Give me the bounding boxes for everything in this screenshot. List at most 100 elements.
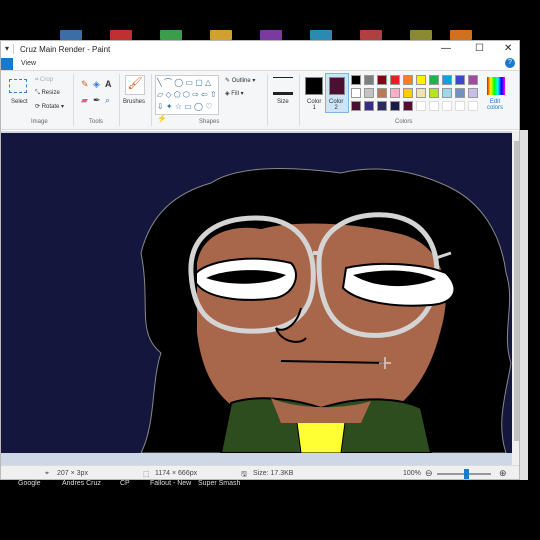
ribbon-divider: [119, 74, 120, 126]
palette-swatch[interactable]: [377, 75, 387, 85]
palette-swatch[interactable]: [403, 75, 413, 85]
brushes-icon[interactable]: 🖌: [125, 75, 145, 95]
fill-icon[interactable]: ◈: [93, 79, 100, 90]
palette-swatch[interactable]: [351, 75, 361, 85]
palette-swatch[interactable]: [468, 88, 478, 98]
palette-swatch[interactable]: [364, 101, 374, 111]
desktop-icon[interactable]: [310, 30, 332, 40]
quick-access-dropdown[interactable]: ▾: [5, 44, 9, 53]
palette-swatch[interactable]: [416, 101, 426, 111]
palette-swatch[interactable]: [468, 101, 478, 111]
palette-swatch[interactable]: [364, 88, 374, 98]
desktop-icon[interactable]: [410, 30, 432, 40]
palette-swatch[interactable]: [390, 101, 400, 111]
palette-swatch[interactable]: [390, 75, 400, 85]
edit-colors-icon[interactable]: [487, 77, 505, 95]
palette-swatch[interactable]: [351, 88, 361, 98]
color1-button[interactable]: Color 1: [307, 99, 321, 111]
ribbon: Select ⌗ Crop ⤡ Resize ⟳ Rotate ▾ Image …: [1, 70, 519, 130]
palette-swatch[interactable]: [403, 88, 413, 98]
title-separator: [13, 44, 14, 54]
color2-button[interactable]: Color 2: [329, 99, 343, 111]
palette-swatch[interactable]: [455, 88, 465, 98]
size-icon[interactable]: [273, 77, 293, 95]
select-icon[interactable]: [9, 79, 27, 93]
file-size-icon: 🖫: [241, 471, 247, 478]
desktop-icon[interactable]: [210, 30, 232, 40]
desktop-icon[interactable]: [450, 30, 472, 40]
size-button[interactable]: Size: [277, 99, 289, 105]
tab-view[interactable]: View: [21, 60, 36, 67]
vertical-scrollbar[interactable]: [512, 131, 519, 465]
desktop-label-fallout[interactable]: Fallout - New: [150, 480, 191, 487]
desktop-icon[interactable]: [160, 30, 182, 40]
zoom-slider-thumb[interactable]: [464, 469, 469, 479]
desktop-label-super-smash[interactable]: Super Smash: [198, 480, 240, 487]
desktop-label-andres-cruz[interactable]: Andres Cruz: [62, 480, 101, 487]
desktop-icon[interactable]: [360, 30, 382, 40]
palette-swatch[interactable]: [442, 101, 452, 111]
desktop-icon[interactable]: [260, 30, 282, 40]
palette-swatch[interactable]: [377, 101, 387, 111]
palette-swatch[interactable]: [416, 88, 426, 98]
color2-number: 2: [334, 105, 338, 111]
palette-swatch[interactable]: [442, 88, 452, 98]
shapes-group-label: Shapes: [199, 119, 220, 125]
color2-swatch[interactable]: [329, 77, 345, 95]
fill-dropdown[interactable]: ◈ Fill ▾: [225, 90, 244, 97]
canvas-area: [1, 131, 519, 465]
minimize-button[interactable]: —: [441, 43, 451, 54]
tab-file[interactable]: [1, 58, 13, 70]
drawing-canvas[interactable]: [1, 133, 512, 453]
palette-swatch[interactable]: [416, 75, 426, 85]
zoom-out-icon[interactable]: ⊖: [425, 468, 433, 479]
palette-swatch[interactable]: [455, 75, 465, 85]
palette-swatch[interactable]: [429, 101, 439, 111]
rotate-button[interactable]: ⟳ Rotate ▾: [35, 103, 64, 110]
palette-swatch[interactable]: [455, 101, 465, 111]
palette-swatch[interactable]: [364, 75, 374, 85]
pencil-icon[interactable]: ✎: [81, 79, 89, 90]
shapes-gallery[interactable]: ╲ ⌒ ◯ ▭ ▢ △ ▱ ◇ ⬠ ⬡ ⇨ ⇦ ⇧ ⇩ ✦ ☆ ▭ ◯ ♡ ⚡: [155, 75, 219, 123]
ribbon-divider: [267, 74, 268, 126]
desktop-icon[interactable]: [60, 30, 82, 40]
maximize-button[interactable]: ☐: [475, 43, 484, 54]
ribbon-tabs: View ?: [1, 58, 519, 70]
desktop-label-google[interactable]: Google: [18, 480, 41, 487]
text-icon[interactable]: A: [105, 79, 112, 89]
resize-button[interactable]: ⤡ Resize: [35, 90, 60, 97]
drawing-artwork: [140, 168, 512, 453]
color1-number: 1: [312, 105, 316, 111]
edit-colors-button[interactable]: Edit colors: [487, 99, 503, 111]
palette-swatch[interactable]: [442, 75, 452, 85]
help-icon[interactable]: ?: [505, 58, 515, 68]
paint-window: ▾ Cruz Main Render - Paint — ☐ ✕ View ? …: [0, 40, 520, 480]
palette-swatch[interactable]: [468, 75, 478, 85]
desktop-label-cp[interactable]: CP: [120, 480, 130, 487]
zoom-level: 100%: [403, 470, 421, 477]
resize-label: Resize: [41, 90, 60, 96]
background-window-edge: [520, 130, 528, 480]
image-group-label: Image: [31, 119, 48, 125]
select-button[interactable]: Select: [11, 99, 28, 105]
crop-button[interactable]: ⌗ Crop: [35, 77, 53, 84]
color1-swatch[interactable]: [305, 77, 323, 95]
desktop-icon[interactable]: [110, 30, 132, 40]
color-picker-icon[interactable]: ✒: [93, 95, 101, 106]
cursor-position: 207 × 3px: [57, 470, 88, 477]
palette-swatch[interactable]: [390, 88, 400, 98]
title-bar: ▾ Cruz Main Render - Paint — ☐ ✕: [1, 41, 519, 58]
zoom-in-icon[interactable]: ⊕: [499, 468, 507, 479]
palette-swatch[interactable]: [429, 75, 439, 85]
brushes-button[interactable]: Brushes: [123, 99, 145, 105]
magnifier-icon[interactable]: ⌕: [105, 95, 110, 106]
eraser-icon[interactable]: ▰: [81, 95, 88, 106]
palette-swatch[interactable]: [429, 88, 439, 98]
scrollbar-thumb[interactable]: [514, 141, 519, 441]
palette-swatch[interactable]: [377, 88, 387, 98]
selection-size-icon: ⬚: [143, 471, 150, 478]
palette-swatch[interactable]: [351, 101, 361, 111]
palette-swatch[interactable]: [403, 101, 413, 111]
outline-dropdown[interactable]: ✎ Outline ▾: [225, 77, 255, 84]
close-button[interactable]: ✕: [504, 43, 512, 54]
